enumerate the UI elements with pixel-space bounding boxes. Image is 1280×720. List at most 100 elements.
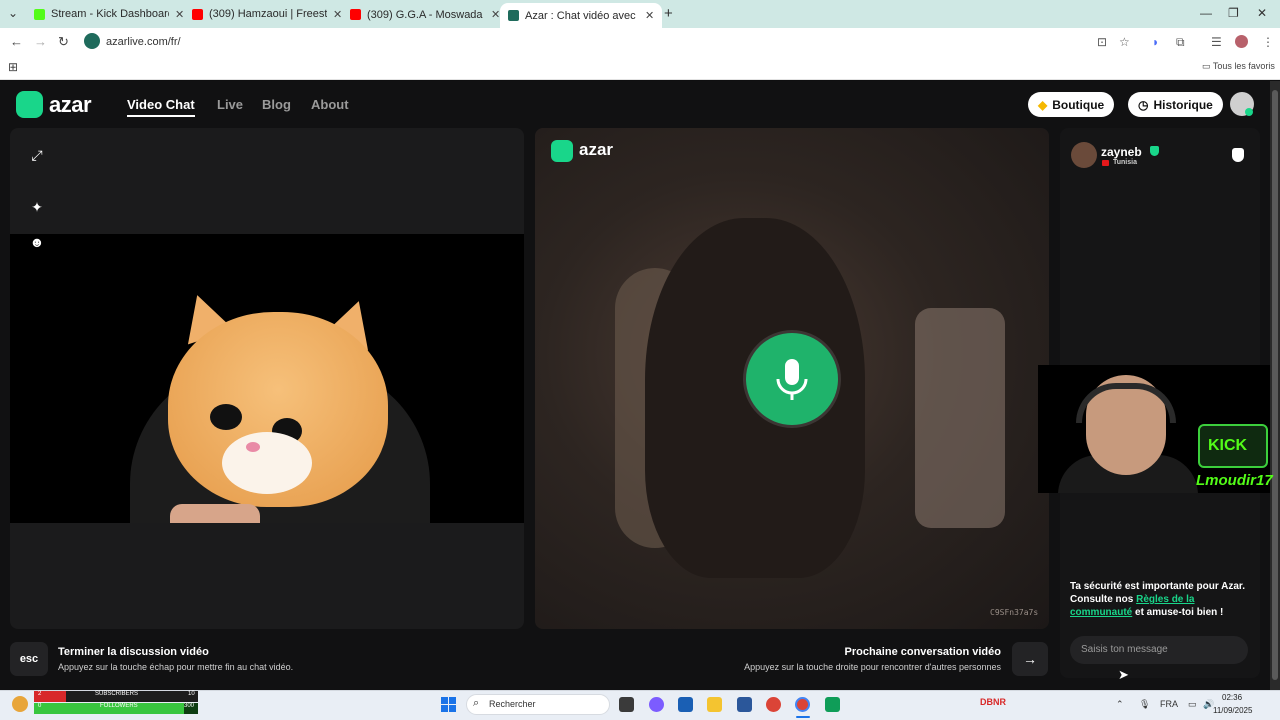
close-tab-icon[interactable]: ✕ xyxy=(333,8,342,21)
address-bar-row xyxy=(0,28,1280,56)
headset-shape xyxy=(1076,383,1176,423)
url-field[interactable]: azarlive.com/fr/ xyxy=(106,36,181,48)
cat-nose xyxy=(246,442,260,452)
subscribers-label: SUBSCRIBERS xyxy=(95,691,139,697)
nav-live[interactable]: Live xyxy=(217,97,243,112)
microphone-tray-icon[interactable]: 🎙 xyxy=(1139,699,1150,710)
subscribers-goal: 10 xyxy=(188,691,195,697)
youtube-favicon-icon xyxy=(350,8,361,20)
followers-goal: 300 xyxy=(184,703,195,709)
followers-count: 0 xyxy=(38,703,42,709)
effects-sparkle-icon[interactable]: ✦ xyxy=(26,196,48,218)
taskbar-search-box[interactable] xyxy=(466,694,610,715)
expand-icon[interactable]: ⤢ xyxy=(26,144,48,166)
tab-title: Stream - Kick Dashboard xyxy=(51,8,169,20)
store-icon[interactable] xyxy=(678,697,693,712)
next-chat-title: Prochaine conversation vidéo xyxy=(844,646,1002,658)
tray-app-label[interactable]: DBNR xyxy=(980,697,1006,707)
nav-about[interactable]: About xyxy=(311,97,349,112)
tab-kick-dashboard[interactable]: Stream - Kick Dashboard ✕ xyxy=(26,3,192,25)
taskbar-search-label: Rechercher xyxy=(489,699,536,709)
extension-icon[interactable]: ◗ xyxy=(1152,35,1159,49)
next-chat-button[interactable]: → xyxy=(1012,642,1048,676)
all-bookmarks-label: Tous les favoris xyxy=(1212,61,1275,71)
report-shield-icon[interactable] xyxy=(1232,148,1244,162)
chat-message-input[interactable]: Saisis ton message xyxy=(1070,636,1248,664)
historique-button[interactable]: ◷ Historique xyxy=(1128,92,1223,117)
hand-shape xyxy=(170,504,260,523)
bookmarks-bar xyxy=(0,56,1280,80)
tab-youtube-hamzaoui[interactable]: (309) Hamzaoui | Freestyle @Ra ✕ xyxy=(184,3,350,25)
partner-name: zayneb xyxy=(1101,145,1142,159)
azar-favicon-icon xyxy=(508,10,519,21)
boutique-label: Boutique xyxy=(1052,97,1105,112)
browser-menu-icon[interactable]: ⋮ xyxy=(1262,35,1274,49)
cat-eye-left xyxy=(210,404,242,430)
gem-icon: ◆ xyxy=(1038,97,1048,112)
notepad-icon[interactable] xyxy=(737,697,752,712)
task-view-icon[interactable] xyxy=(619,697,634,712)
site-info-icon[interactable] xyxy=(84,33,100,49)
streamer-handle: Lmoudir17 xyxy=(1196,472,1273,489)
nav-video-chat[interactable]: Video Chat xyxy=(127,97,195,112)
close-tab-icon[interactable]: ✕ xyxy=(175,8,184,21)
nav-blog[interactable]: Blog xyxy=(262,97,291,112)
weather-icon[interactable] xyxy=(12,696,28,712)
tab-azar[interactable]: Azar : Chat vidéo avec de n ✕ xyxy=(500,3,663,28)
close-tab-icon[interactable]: ✕ xyxy=(645,9,654,22)
profile-avatar-icon[interactable] xyxy=(1235,35,1248,48)
clock-time[interactable]: 02:36 xyxy=(1222,693,1242,702)
all-bookmarks-link[interactable]: ▭ Tous les favoris xyxy=(1202,61,1275,72)
bookmark-star-icon[interactable]: ☆ xyxy=(1119,35,1130,49)
safety-text-suffix: et amuse-toi bien ! xyxy=(1132,607,1224,618)
close-window-icon[interactable]: ✕ xyxy=(1257,6,1267,20)
session-code: C9SFn37a7s xyxy=(990,608,1039,617)
input-language[interactable]: FRA xyxy=(1160,699,1178,709)
reload-icon[interactable]: ↻ xyxy=(58,34,69,50)
windows-start-icon[interactable] xyxy=(441,697,456,712)
apps-grid-icon[interactable]: ⊞ xyxy=(8,60,18,74)
next-chat-hint: Appuyez sur la touche droite pour rencon… xyxy=(744,662,1001,672)
youtube-favicon-icon xyxy=(192,8,203,20)
azar-logo-icon[interactable] xyxy=(16,91,43,118)
copilot-icon[interactable] xyxy=(649,697,664,712)
back-icon[interactable]: ← xyxy=(10,34,23,49)
install-app-icon[interactable]: ⊡ xyxy=(1097,35,1107,49)
boutique-button[interactable]: ◆ Boutique xyxy=(1028,92,1115,117)
network-icon[interactable]: ▭ xyxy=(1188,699,1197,710)
forward-icon[interactable]: → xyxy=(34,34,47,49)
nav-active-underline xyxy=(127,115,195,117)
azar-watermark-text: azar xyxy=(579,140,614,159)
tab-title: (309) Hamzaoui | Freestyle @Ra xyxy=(209,8,327,20)
file-explorer-icon[interactable] xyxy=(707,697,722,712)
maximize-icon[interactable]: ❐ xyxy=(1228,6,1239,20)
tab-youtube-gga[interactable]: (309) G.G.A - Moswada | مسودة ✕ xyxy=(342,3,508,25)
mask-face-icon[interactable]: ☻ xyxy=(26,231,48,253)
tray-overflow-icon[interactable]: ⌃ xyxy=(1116,699,1124,710)
minimize-icon[interactable]: — xyxy=(1200,6,1212,20)
close-tab-icon[interactable]: ✕ xyxy=(491,8,500,21)
partner-avatar[interactable] xyxy=(1071,142,1097,168)
scrollbar-thumb[interactable] xyxy=(1272,90,1278,680)
azar-logo-text[interactable]: azar xyxy=(49,92,92,118)
esc-key-button[interactable]: esc xyxy=(10,642,48,676)
clock-date[interactable]: 11/09/2025 xyxy=(1213,706,1252,715)
blurred-phone xyxy=(915,308,1005,528)
microphone-button[interactable] xyxy=(746,333,838,425)
tab-title: (309) G.G.A - Moswada | مسودة xyxy=(367,8,485,21)
kick-logo-text: KICK xyxy=(1208,437,1248,454)
kick-favicon-icon xyxy=(34,8,45,20)
new-tab-icon[interactable]: + xyxy=(664,5,673,22)
kick-app-icon[interactable] xyxy=(825,697,840,712)
azar-watermark-icon xyxy=(551,140,573,162)
clock-icon: ◷ xyxy=(1138,97,1149,112)
chrome-profile-icon[interactable] xyxy=(795,697,810,712)
tab-search-icon[interactable]: ⌄ xyxy=(8,6,18,20)
online-status-dot xyxy=(1245,108,1253,116)
active-app-indicator xyxy=(796,716,810,718)
extensions-puzzle-icon[interactable]: ⧉ xyxy=(1176,35,1185,50)
arrow-right-icon: → xyxy=(1023,651,1037,667)
reading-list-icon[interactable]: ☰ xyxy=(1211,35,1222,49)
verified-shield-icon xyxy=(1150,146,1159,156)
chrome-icon[interactable] xyxy=(766,697,781,712)
